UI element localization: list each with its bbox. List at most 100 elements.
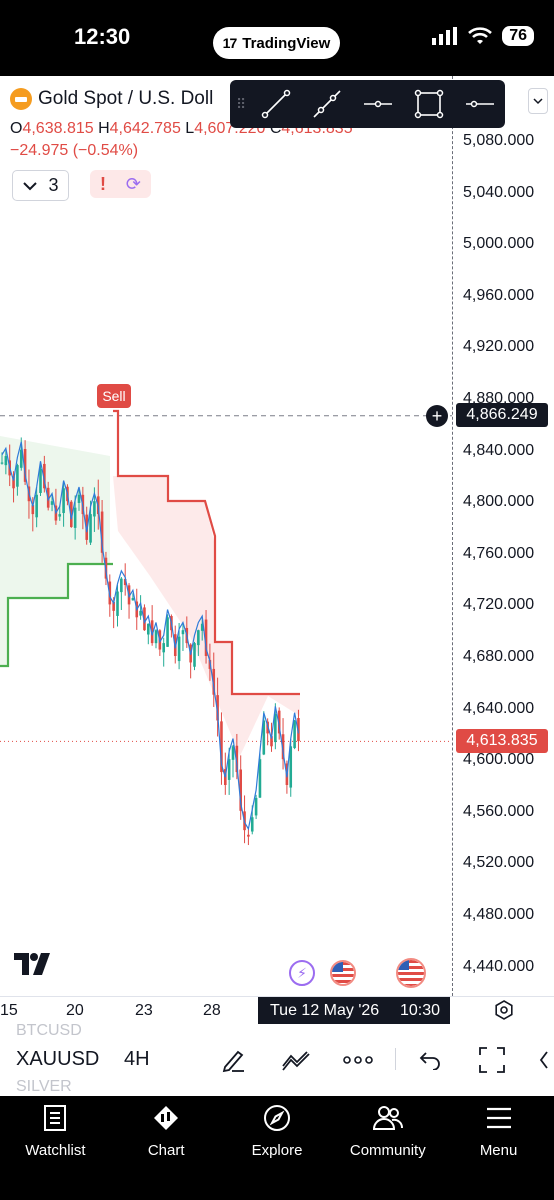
undo-button[interactable] — [414, 1044, 446, 1076]
symbol-toolbar: BTCUSD SILVER XAUUSD 4H — [0, 1022, 554, 1096]
price-tick: 4,680.000 — [463, 648, 535, 665]
tradingview-watermark-logo[interactable] — [14, 950, 54, 982]
price-tick: 5,040.000 — [463, 183, 535, 201]
indicators-toggle-button[interactable]: 3 — [12, 170, 69, 201]
fullscreen-button[interactable] — [476, 1044, 508, 1076]
add-alert-plus-icon[interactable]: + — [426, 405, 448, 427]
scroll-right-button[interactable] — [536, 1044, 554, 1076]
open-label: O — [10, 120, 23, 137]
refresh-icon: ⟳ — [125, 173, 142, 194]
candle-body — [0, 462, 4, 464]
interval-button[interactable]: 4H — [124, 1048, 150, 1071]
chart-settings-button[interactable] — [493, 999, 515, 1021]
us-flag-event-icon[interactable] — [396, 958, 426, 988]
price-tick: 4,520.000 — [463, 854, 535, 872]
wifi-icon — [468, 27, 493, 44]
nav-label: Watchlist — [25, 1142, 86, 1159]
trend-line-tool[interactable] — [250, 84, 301, 124]
symbol-search-button[interactable]: XAUUSD — [16, 1048, 99, 1071]
candle-body — [177, 636, 181, 662]
price-change: −24.975 (−0.54%) — [10, 142, 139, 159]
nav-chart[interactable]: Chart — [111, 1096, 222, 1200]
indicators-button[interactable] — [280, 1044, 312, 1076]
people-icon — [372, 1106, 403, 1130]
nav-label: Menu — [479, 1142, 518, 1159]
draw-button[interactable] — [218, 1044, 250, 1076]
status-icons: 76 — [432, 26, 534, 46]
candle-body — [89, 514, 92, 543]
legend-symbol[interactable]: Gold Spot / U.S. Doll — [10, 88, 213, 110]
candle-body — [181, 630, 185, 635]
sell-signal-badge[interactable]: Sell — [97, 384, 131, 408]
high-label: H — [98, 120, 110, 137]
price-chart[interactable] — [0, 76, 452, 996]
candle-body — [50, 501, 54, 505]
time-tick: 28 — [203, 1002, 221, 1019]
nav-menu[interactable]: Menu — [443, 1096, 554, 1200]
candle-body — [193, 643, 196, 667]
tradingview-logo-icon: 17 — [222, 35, 238, 51]
candle-body — [166, 617, 169, 647]
us-flag-event-icon[interactable] — [330, 960, 356, 986]
candle-body — [93, 501, 96, 517]
compass-icon — [263, 1105, 290, 1131]
drag-handle-icon[interactable]: ⠿ — [236, 97, 250, 111]
data-status-button[interactable]: ! ⟳ — [90, 170, 151, 198]
candle-body — [139, 610, 142, 616]
candle-body — [16, 465, 19, 487]
symbol-title: Gold Spot / U.S. Doll — [38, 88, 214, 109]
battery-indicator: 76 — [502, 26, 534, 46]
chevron-down-icon — [533, 97, 543, 104]
price-tick: 5,080.000 — [463, 132, 535, 149]
pen-icon — [222, 1050, 244, 1073]
indicator-count: 3 — [48, 175, 59, 195]
candle-body — [162, 643, 165, 653]
tradingview-logo-icon — [14, 953, 50, 975]
candle-body — [62, 488, 65, 514]
price-tick: 4,440.000 — [463, 957, 535, 975]
price-tick: 4,560.000 — [463, 802, 535, 820]
more-dots-icon — [343, 1056, 373, 1064]
more-options-button[interactable] — [342, 1044, 374, 1076]
crosshair-date: Tue 12 May '26 — [270, 1002, 380, 1019]
nav-community[interactable]: Community — [332, 1096, 443, 1200]
price-tick: 4,920.000 — [463, 338, 535, 356]
drawing-toolbar[interactable]: ⠿ — [230, 80, 505, 128]
rectangle-tool[interactable] — [403, 84, 454, 124]
price-tick: 4,960.000 — [463, 286, 535, 304]
price-tick: 4,480.000 — [463, 906, 535, 923]
chart-dropdown-button[interactable] — [528, 88, 548, 114]
candle-body — [116, 591, 119, 616]
time-axis[interactable]: 15 20 23 28 Tue 12 May '26 10:30 — [0, 996, 554, 1025]
status-time: 12:30 — [74, 24, 131, 49]
rectangle-icon — [414, 89, 443, 119]
trend-line-icon — [261, 89, 290, 119]
horizontal-ray-tool[interactable] — [352, 84, 403, 124]
warning-icon: ! — [99, 173, 106, 194]
nav-explore[interactable]: Explore — [222, 1096, 333, 1200]
chevron-right-icon — [539, 1051, 548, 1069]
high-value: 4,642.785 — [109, 120, 181, 137]
crosshair-vertical-line — [452, 76, 453, 996]
bookmark-icon — [44, 1105, 67, 1131]
nav-watchlist[interactable]: Watchlist — [0, 1096, 111, 1200]
indicators-wave-icon — [282, 1051, 310, 1071]
ray-tool[interactable] — [301, 84, 352, 124]
open-value: 4,638.815 — [22, 120, 94, 137]
candle-body — [131, 597, 135, 601]
app-pill[interactable]: 17 TradingView — [213, 27, 340, 59]
horizontal-ray-icon — [363, 100, 392, 108]
candle-body — [227, 759, 231, 780]
time-tick: 15 — [0, 1002, 18, 1019]
candle-body — [35, 494, 38, 518]
candle-body — [147, 623, 150, 635]
price-tick: 5,000.000 — [463, 235, 535, 253]
candle-body — [73, 507, 77, 528]
lightning-event-icon[interactable]: ⚡ — [289, 960, 315, 986]
candle-body — [250, 817, 254, 832]
chart-area[interactable]: Gold Spot / U.S. Doll O4,638.815 H4,642.… — [0, 76, 554, 1096]
nav-label: Chart — [147, 1142, 185, 1159]
price-tick: 4,600.000 — [463, 751, 535, 769]
horizontal-line-tool[interactable] — [454, 84, 505, 124]
candle-body — [197, 630, 200, 646]
